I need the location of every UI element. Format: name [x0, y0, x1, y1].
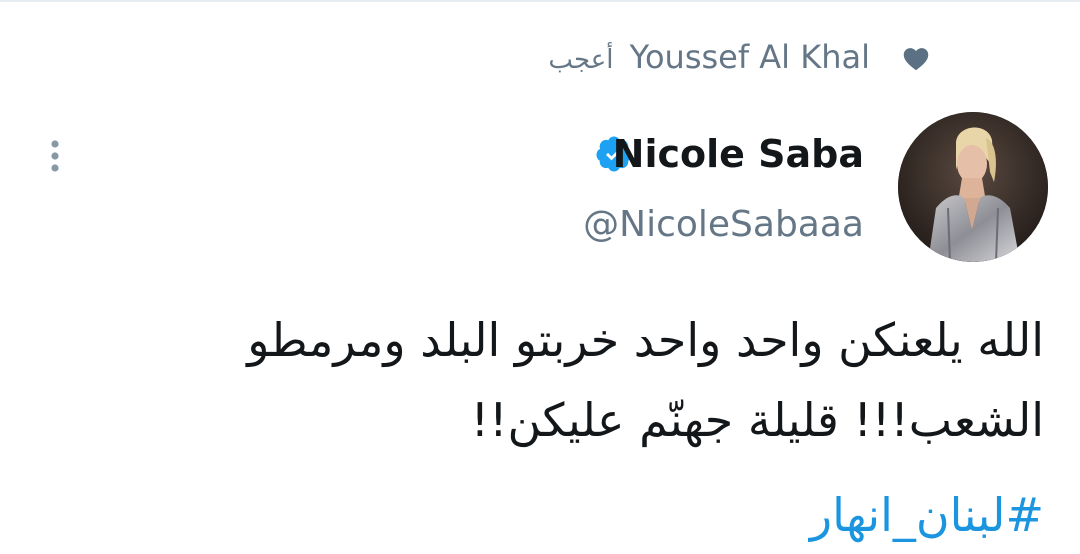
user-handle[interactable]: @NicoleSabaaa	[583, 200, 864, 250]
top-divider	[0, 0, 1080, 2]
hashtag-link[interactable]: #لبنان_انهار	[810, 480, 1044, 550]
avatar[interactable]	[898, 112, 1048, 262]
social-context-text: أعجب Youssef Al Khal	[548, 36, 870, 81]
more-options-icon[interactable]	[40, 136, 70, 176]
display-name[interactable]: Nicole Saba	[613, 128, 864, 180]
tweet-text-line: الشعب!!! قليلة جهنّم عليكن!!	[470, 393, 1044, 447]
social-context-action: أعجب	[548, 45, 614, 75]
avatar-image	[898, 112, 1048, 262]
heart-icon	[903, 48, 929, 71]
social-context-user[interactable]: Youssef Al Khal	[630, 38, 870, 76]
tweet-text-line: الله يلعنكن واحد واحد خربتو البلد ومرمطو	[247, 313, 1044, 367]
tweet-text: الله يلعنكن واحد واحد خربتو البلد ومرمطو…	[44, 300, 1044, 460]
